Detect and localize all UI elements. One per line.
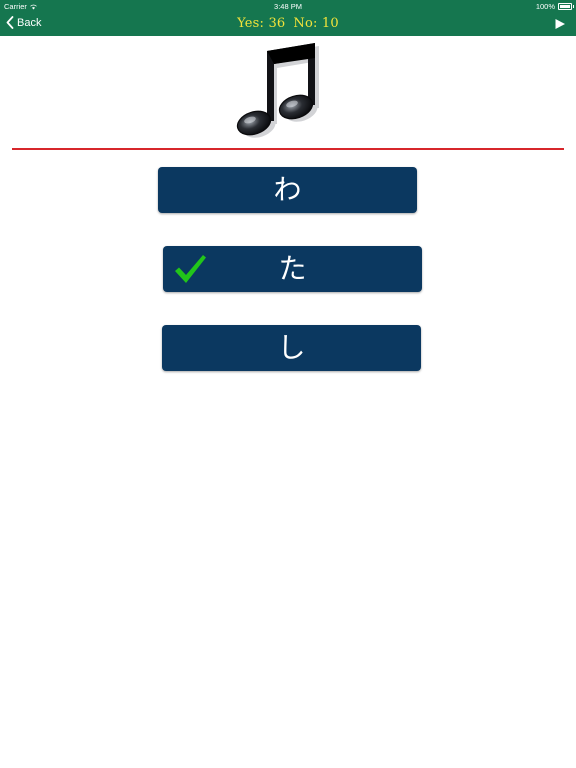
play-icon[interactable] (554, 18, 566, 30)
battery-icon (558, 3, 574, 10)
top-bar: Carrier 3:48 PM 100% Back Yes: 36 No: 10 (0, 0, 576, 36)
yes-count: Yes: 36 (237, 16, 286, 31)
answer-choice-2[interactable]: た (163, 246, 422, 292)
checkmark-icon (175, 255, 206, 283)
answer-choice-label: わ (273, 173, 302, 206)
answer-choice-1[interactable]: わ (158, 167, 417, 213)
answer-choice-label: し (277, 331, 306, 364)
status-bar: Carrier 3:48 PM 100% (0, 0, 576, 12)
divider-line (12, 148, 564, 150)
music-note-icon[interactable] (230, 42, 322, 142)
score-display: Yes: 36 No: 10 (0, 16, 576, 31)
battery-percent: 100% (535, 2, 555, 11)
answer-choice-label: た (278, 252, 307, 285)
navigation-bar: Back Yes: 36 No: 10 (0, 12, 576, 36)
battery-indicator: 100% (535, 2, 574, 11)
answer-choice-3[interactable]: し (162, 325, 421, 371)
status-time: 3:48 PM (274, 2, 302, 11)
no-count: No: 10 (293, 16, 339, 31)
